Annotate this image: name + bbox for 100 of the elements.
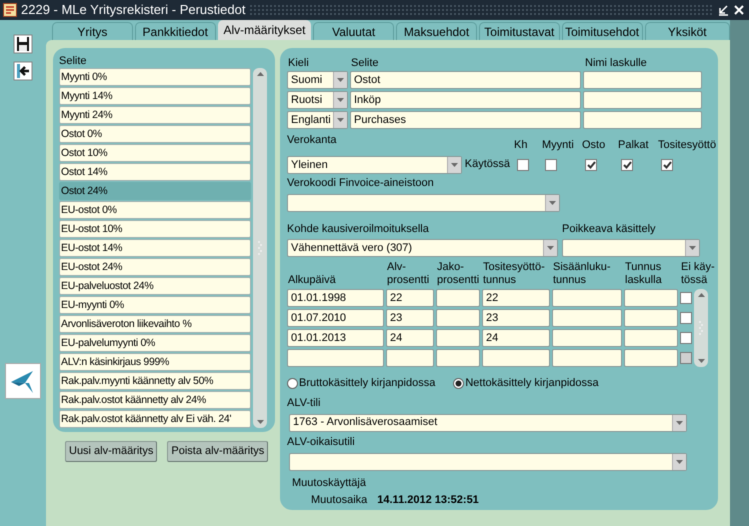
input-field[interactable] [436,329,480,347]
dropdown[interactable] [562,239,700,257]
list-item[interactable]: Myynti 14% [59,87,251,105]
checkbox[interactable] [680,332,692,344]
caret-down-icon [256,420,264,424]
input-field[interactable]: 23 [482,309,550,327]
input-field[interactable] [583,111,702,129]
dropdown[interactable]: Yleinen [287,156,462,174]
list-item[interactable]: EU-ostot 24% [59,258,251,276]
tab[interactable]: Yritys [52,22,133,40]
list-item[interactable]: Arvonlisäveroton liikevaihto % [59,315,251,333]
column-header: Tositesyöttö-tunnus [482,261,546,287]
input-field[interactable]: Inköp [350,91,581,109]
list-item[interactable]: Rak.palv.ostot käännetty alv 24% [59,391,251,409]
column-header: Alv-prosentti [386,261,430,287]
column-header: Kieli [287,56,310,71]
list-item[interactable]: Myynti 24% [59,106,251,124]
tab[interactable]: Maksuehdot [396,22,477,40]
list-item[interactable]: EU-ostot 10% [59,220,251,238]
dropdown[interactable] [289,452,687,470]
input-field[interactable] [436,309,480,327]
scrollbar[interactable] [253,68,267,428]
checkbox[interactable] [621,159,633,171]
input-field[interactable] [436,349,480,367]
checkbox[interactable] [585,159,597,171]
input-field[interactable]: 24 [482,329,550,347]
radio-button[interactable] [453,378,464,389]
input-field[interactable]: Ostot [350,71,581,89]
checkbox[interactable] [517,159,529,171]
dropdown[interactable] [287,194,560,212]
field-label: ALV-oikaisutili [287,434,356,450]
checkbox[interactable] [545,159,557,171]
input-field[interactable]: Purchases [350,111,581,129]
dropdown[interactable]: Ruotsi [287,91,348,109]
list-item[interactable]: Myynti 0% [59,68,251,86]
input-field[interactable] [386,349,434,367]
list-item[interactable]: EU-ostot 0% [59,201,251,219]
input-field[interactable]: 01.01.2013 [287,329,384,347]
input-field[interactable] [624,329,678,347]
dropdown[interactable]: Englanti [287,111,348,129]
radio-button[interactable] [287,378,298,389]
input-field[interactable]: 01.01.1998 [287,289,384,307]
input-field[interactable] [482,349,550,367]
list-item[interactable]: Rak.palv.myynti käännetty alv 50% [59,372,251,390]
field-label: Kohde kausiveroilmoituksella [287,222,430,237]
input-field[interactable] [552,329,622,347]
input-field[interactable] [552,349,622,367]
input-field[interactable]: 01.07.2010 [287,309,384,327]
tab[interactable]: Valuutat [313,22,394,40]
list-item[interactable]: EU-palveluostot 24% [59,277,251,295]
input-field[interactable] [583,71,702,89]
column-header: Alkupäivä [287,274,337,287]
caret-down-icon [549,201,556,205]
dropdown[interactable]: Suomi [287,71,348,89]
list-item[interactable]: Ostot 24% [59,182,251,200]
radio-label: Nettokäsittely kirjanpidossa [465,376,599,391]
field-label: Verokoodi Finvoice-aineistoon [287,176,435,191]
button[interactable]: Poista alv-määritys [167,441,268,462]
input-field[interactable]: 23 [386,309,434,327]
tab[interactable]: Toimitusehdot [562,22,643,40]
tab[interactable]: Yksiköt [644,22,730,40]
list-item[interactable]: EU-myynti 0% [59,296,251,314]
column-header: Jako-prosentti [436,261,480,287]
restore-icon[interactable] [717,4,729,16]
list-item[interactable]: ALV:n käsinkirjaus 999% [59,353,251,371]
input-field[interactable] [436,289,480,307]
checkbox-label: Osto [582,138,606,152]
input-field[interactable]: 22 [482,289,550,307]
input-field[interactable] [583,91,702,109]
list-item[interactable]: Ostot 10% [59,144,251,162]
tab[interactable]: Pankkitiedot [134,22,216,40]
list-item[interactable]: Ostot 0% [59,125,251,143]
input-field[interactable] [552,289,622,307]
list-item[interactable]: EU-ostot 14% [59,239,251,257]
list-item[interactable]: Ostot 14% [59,163,251,181]
checkbox-label: Tositesyöttö [658,138,716,152]
input-field[interactable] [624,349,678,367]
button[interactable]: Uusi alv-määritys [65,441,158,462]
scrollbar[interactable] [694,289,708,367]
checkbox[interactable] [680,312,692,324]
exit-icon[interactable] [13,61,33,81]
column-header: Tunnus laskulla [624,261,663,287]
input-field[interactable]: 22 [386,289,434,307]
input-field[interactable]: 24 [386,329,434,347]
dropdown[interactable]: 1763 - Arvonlisäverosaamiset [289,414,687,432]
tab[interactable]: Toimitustavat [478,22,560,40]
tab[interactable]: Alv-määritykset [218,20,312,40]
dropdown[interactable]: Vähennettävä vero (307) [287,239,558,257]
input-field[interactable] [287,349,384,367]
checkbox[interactable] [680,292,692,304]
caret-down-icon [676,460,683,464]
input-field[interactable] [624,309,678,327]
save-icon[interactable] [13,34,33,54]
input-field[interactable] [624,289,678,307]
input-field[interactable] [552,309,622,327]
checkbox[interactable] [661,159,673,171]
close-icon[interactable] [733,4,745,16]
list-item[interactable]: Rak.palv.ostot käännetty alv Ei väh. 24' [59,410,251,428]
list-item[interactable]: EU-palvelumyynti 0% [59,334,251,352]
caret-down-icon [337,98,344,102]
